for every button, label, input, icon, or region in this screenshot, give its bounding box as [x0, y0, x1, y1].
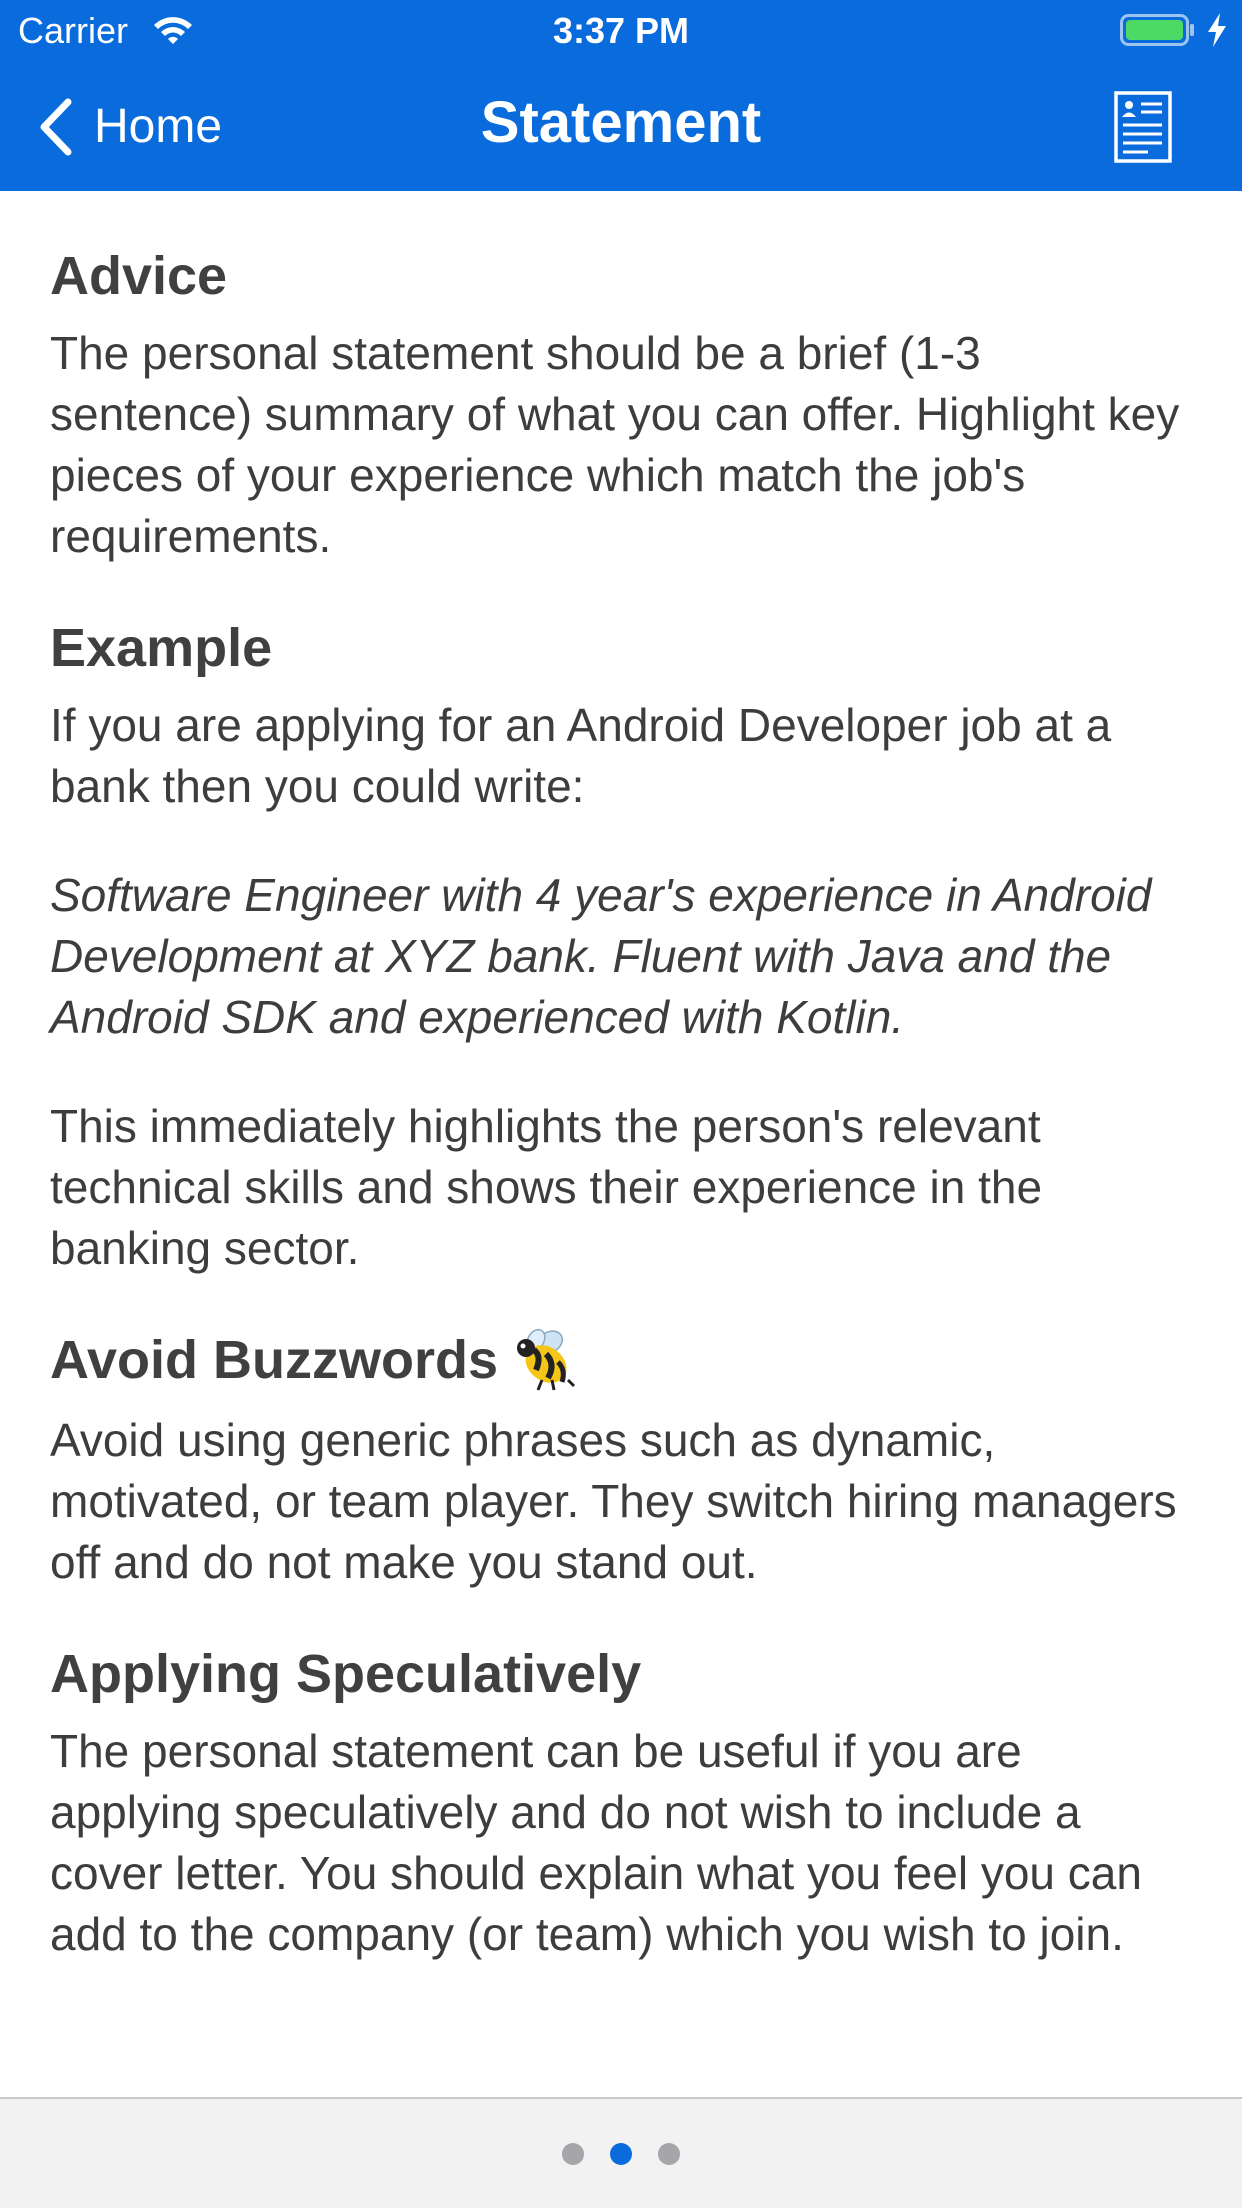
document-button[interactable]: [1112, 90, 1174, 164]
page-control-bar: [0, 2097, 1242, 2208]
section-text: The personal statement should be a brief…: [50, 327, 1180, 562]
status-time: 3:37 PM: [552, 10, 690, 51]
section-text: The personal statement can be useful if …: [50, 1724, 1142, 1960]
section-heading: Advice: [50, 246, 228, 306]
page-dot-3[interactable]: [658, 2143, 680, 2165]
page-dot-2[interactable]: [610, 2143, 632, 2165]
page-dot-1[interactable]: [562, 2143, 584, 2165]
buzzwords-section: Avoid Buzzwords Avoid using generic phra…: [50, 1325, 1192, 1593]
bee-icon: [512, 1324, 578, 1392]
document-icon: [1112, 91, 1174, 168]
statement-screen: Carrier 3:37 PM Home Statement Advice Th…: [0, 0, 1242, 2208]
section-heading: Example: [50, 618, 273, 678]
speculative-section: Applying Speculatively The personal stat…: [50, 1639, 1192, 1965]
section-text: This immediately highlights the person's…: [50, 1100, 1043, 1274]
example-quote: Software Engineer with 4 year's experien…: [50, 869, 1152, 1043]
content-scroll-area[interactable]: Advice The personal statement should be …: [0, 191, 1242, 2097]
page-control[interactable]: [0, 2143, 1242, 2165]
battery-icon: [1120, 12, 1196, 48]
advice-section: Advice The personal statement should be …: [50, 241, 1192, 567]
page-title: Statement: [480, 90, 762, 155]
section-text: Avoid using generic phrases such as dyna…: [50, 1413, 1177, 1588]
example-section: Example If you are applying for an Andro…: [50, 613, 1192, 1279]
section-heading: Applying Speculatively: [50, 1643, 642, 1704]
section-heading-label: Avoid Buzzwords: [50, 1330, 499, 1390]
header: Carrier 3:37 PM Home Statement: [0, 0, 1242, 191]
section-heading: Avoid Buzzwords: [50, 1325, 1192, 1398]
section-text: If you are applying for an Android Devel…: [50, 699, 1112, 812]
charging-bolt-icon: [1206, 12, 1228, 48]
